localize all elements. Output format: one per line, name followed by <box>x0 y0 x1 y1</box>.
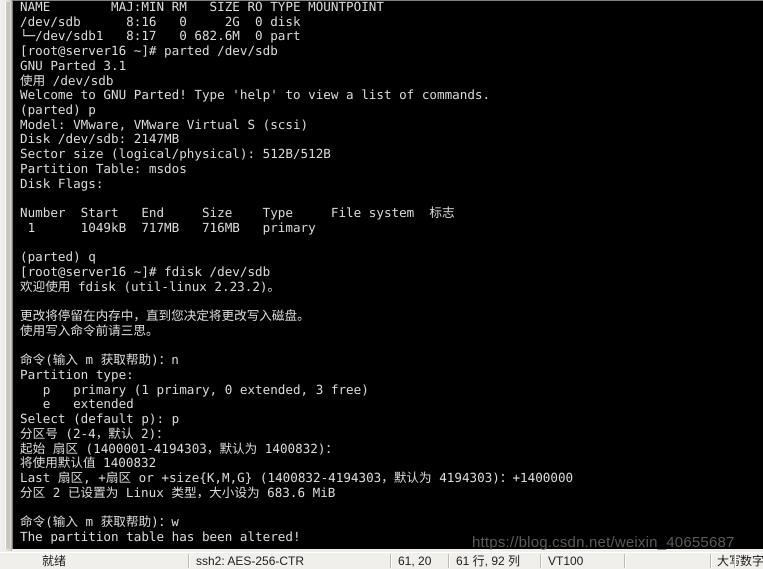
status-bar: 就绪 ssh2: AES-256-CTR 61, 20 61 行, 92 列 V… <box>0 552 763 569</box>
status-ready: 就绪 <box>42 554 67 568</box>
terminal-line: Partition type: <box>20 367 134 382</box>
terminal-line: 分区号 (2-4，默认 2)： <box>20 426 169 441</box>
status-emulation: VT100 <box>548 554 584 568</box>
status-num-lock: 数字 <box>740 554 763 568</box>
terminal-line: The partition table has been altered! <box>20 529 301 544</box>
status-rows-columns: 61 行, 92 列 <box>456 554 521 568</box>
terminal-line: 欢迎使用 fdisk (util-linux 2.23.2)。 <box>20 279 281 294</box>
terminal-line: 1 1049kB 717MB 716MB primary <box>20 220 316 235</box>
terminal-line: [root@server16 ~]# fdisk /dev/sdb <box>20 264 271 279</box>
terminal-line: 使用 /dev/sdb <box>20 73 114 88</box>
terminal-line: Disk Flags: <box>20 176 111 191</box>
terminal-line: /dev/sdb 8:16 0 2G 0 disk <box>20 14 309 29</box>
terminal-line: Partition Table: msdos <box>20 161 187 176</box>
terminal-line: Last 扇区, +扇区 or +size{K,M,G} (1400832-41… <box>20 471 574 485</box>
terminal-line: p primary (1 primary, 0 extended, 3 free… <box>20 382 369 397</box>
window-left-gutter-rail <box>5 2 10 549</box>
status-caps-lock: 大写 <box>717 554 742 568</box>
status-divider-7 <box>734 554 736 568</box>
status-divider-6 <box>710 554 712 568</box>
terminal-line: [root@server16 ~]# parted /dev/sdb <box>20 44 278 59</box>
terminal-line: Select (default p): p <box>20 412 180 427</box>
terminal-line: 命令(输入 m 获取帮助)：n <box>20 353 179 368</box>
terminal-line: Number Start End Size Type File system 标… <box>20 206 455 221</box>
status-divider-4 <box>540 554 542 568</box>
terminal-line: Welcome to GNU Parted! Type 'help' to vi… <box>20 88 491 103</box>
status-divider-2 <box>390 554 392 568</box>
terminal-line: 将使用默认值 1400832 <box>20 456 157 471</box>
status-cipher: ssh2: AES-256-CTR <box>196 554 305 568</box>
status-divider-3 <box>448 554 450 568</box>
terminal-line: NAME MAJ:MIN RM SIZE RO TYPE MOUNTPOINT <box>20 0 384 14</box>
terminal-line: Disk /dev/sdb: 2147MB <box>20 132 180 147</box>
terminal-line: 起始 扇区 (1400001-4194303，默认为 1400832)： <box>20 441 339 456</box>
terminal-line: Model: VMware, VMware Virtual S (scsi) <box>20 117 309 132</box>
status-divider-5 <box>624 554 626 568</box>
terminal-line: └─/dev/sdb1 8:17 0 682.6M 0 part <box>20 29 309 44</box>
terminal-line: (parted) p <box>20 103 96 118</box>
terminal-line: 更改将停留在内存中，直到您决定将更改写入磁盘。 <box>20 309 310 324</box>
terminal-line: 使用写入命令前请三思。 <box>20 323 159 338</box>
terminal-line: e extended <box>20 397 134 412</box>
terminal-panel[interactable]: NAME MAJ:MIN RM SIZE RO TYPE MOUNTPOINT /… <box>12 0 763 551</box>
terminal-line: GNU Parted 3.1 <box>20 58 127 73</box>
terminal-line: 命令(输入 m 获取帮助)：w <box>20 515 179 530</box>
terminal-output: NAME MAJ:MIN RM SIZE RO TYPE MOUNTPOINT /… <box>20 0 763 551</box>
terminal-line: (parted) q <box>20 250 96 265</box>
status-coordinates: 61, 20 <box>398 554 432 568</box>
window-left-gutter <box>0 0 12 551</box>
terminal-line: 分区 2 已设置为 Linux 类型，大小设为 683.6 MiB <box>20 485 336 500</box>
terminal-line: Sector size (logical/physical): 512B/512… <box>20 147 331 162</box>
status-divider-1 <box>188 554 190 568</box>
secure-crt-window: NAME MAJ:MIN RM SIZE RO TYPE MOUNTPOINT /… <box>0 0 763 569</box>
